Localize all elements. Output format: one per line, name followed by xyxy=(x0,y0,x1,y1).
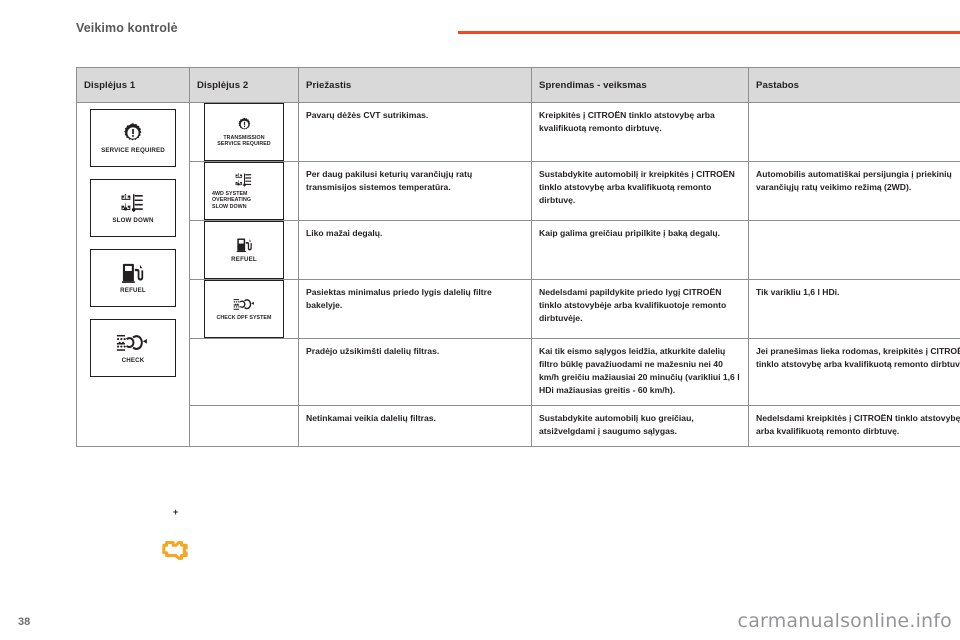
solution-cell: Sustabdykite automobilį kuo greičiau, at… xyxy=(531,405,749,448)
display1-indicator-check: CHECK xyxy=(90,319,176,377)
table-row: Pradėjo užsikimšti dalelių filtras. Kai … xyxy=(77,337,960,407)
solution-cell: Sustabdykite automobilį ir kreipkitės į … xyxy=(531,161,749,221)
display1-indicator-label: SLOW DOWN xyxy=(112,216,154,224)
page-number: 38 xyxy=(18,616,31,628)
display2-cell: REFUEL xyxy=(189,220,299,280)
display2-indicator-transmission-service-required: TRANSMISSION SERVICE REQUIRED xyxy=(204,103,284,161)
cause-text: Pavarų dėžės CVT sutrikimas. xyxy=(306,110,429,120)
column-header-cause: Priežastis xyxy=(298,67,532,103)
page-header: Veikimo kontrolė xyxy=(0,0,960,48)
display2-cell xyxy=(189,405,299,448)
notes-text xyxy=(749,103,960,117)
table-header-row: Displėjus 1 Displėjus 2 Priežastis Spren… xyxy=(76,67,960,103)
solution-text: Kaip galima greičiau pripilkite į baką d… xyxy=(539,228,721,238)
4wd-drivetrain-icon xyxy=(118,192,148,214)
solution-cell: Nedelsdami papildykite priedo lygį CITRO… xyxy=(531,279,749,339)
notes-cell: Nedelsdami kreipkitės į CITROËN tinklo a… xyxy=(748,405,960,448)
display2-cell xyxy=(189,337,299,407)
4wd-drivetrain-icon xyxy=(233,172,255,188)
display2-indicator-check-dpf-system: CHECK DPF SYSTEM xyxy=(204,280,284,338)
notes-text: Jei pranešimas lieka rodomas, kreipkitės… xyxy=(756,346,960,370)
solution-cell: Kai tik eismo sąlygos leidžia, atkurkite… xyxy=(531,337,749,407)
cause-cell: Pavarų dėžės CVT sutrikimas. xyxy=(298,102,532,162)
header-accent-rule xyxy=(458,31,960,34)
notes-cell: Tik varikliu 1,6 l HDi. xyxy=(748,279,960,339)
cause-text: Per daug pakilusi keturių varančiųjų rat… xyxy=(306,169,473,193)
display2-indicator-label: REFUEL xyxy=(231,255,257,263)
table-row: SERVICE REQUIRED SLOW DOWN REFUEL CHECK … xyxy=(76,101,960,560)
cause-cell: Netinkamai veikia dalelių filtras. xyxy=(298,405,532,448)
display2-indicator-refuel: REFUEL xyxy=(204,221,284,279)
solution-text: Sustabdykite automobilį kuo greičiau, at… xyxy=(539,413,694,437)
notes-cell: Automobilis automatiškai persijungia į p… xyxy=(748,161,960,221)
fuel-pump-icon xyxy=(236,237,253,253)
display2-cell: 4WD SYSTEM OVERHEATING SLOW DOWN xyxy=(189,161,299,221)
solution-cell: Kreipkitės į CITROËN tinklo atstovybę ar… xyxy=(531,102,749,162)
display2-cell: CHECK DPF SYSTEM xyxy=(189,279,299,339)
display1-indicator-label: CHECK xyxy=(121,356,145,364)
solution-cell: Kaip galima greičiau pripilkite į baką d… xyxy=(531,220,749,280)
notes-cell: Jei pranešimas lieka rodomas, kreipkitės… xyxy=(748,337,960,407)
display1-indicator-label: REFUEL xyxy=(120,286,146,294)
warning-messages-table: Displėjus 1 Displėjus 2 Priežastis Spren… xyxy=(76,67,960,560)
cause-text: Pasiektas minimalus priedo lygis dalelių… xyxy=(306,287,492,311)
notes-cell xyxy=(748,102,960,162)
dpf-particle-filter-icon xyxy=(233,297,256,312)
display2-indicator-4wd-overheating: 4WD SYSTEM OVERHEATING SLOW DOWN xyxy=(204,162,284,220)
solution-text: Sustabdykite automobilį ir kreipkitės į … xyxy=(539,169,735,206)
dpf-particle-filter-icon xyxy=(116,332,150,354)
column-header-notes: Pastabos xyxy=(748,67,960,103)
cause-cell: Per daug pakilusi keturių varančiųjų rat… xyxy=(298,161,532,221)
gear-exclamation-icon xyxy=(122,122,144,144)
page-title: Veikimo kontrolė xyxy=(76,21,178,35)
notes-cell xyxy=(748,220,960,280)
column-header-display1: Displėjus 1 xyxy=(76,67,190,103)
display1-column-cell: SERVICE REQUIRED SLOW DOWN REFUEL CHECK … xyxy=(76,101,190,560)
solution-text: Kreipkitės į CITROËN tinklo atstovybę ar… xyxy=(539,110,715,134)
table-row: 4WD SYSTEM OVERHEATING SLOW DOWN Per dau… xyxy=(77,161,960,221)
solution-text: Nedelsdami papildykite priedo lygį CITRO… xyxy=(539,287,727,324)
table-row: CHECK DPF SYSTEM Pasiektas minimalus pri… xyxy=(77,279,960,339)
display1-indicator-refuel: REFUEL xyxy=(90,249,176,307)
cause-text: Netinkamai veikia dalelių filtras. xyxy=(306,413,436,424)
watermark: carmanualsonline.info xyxy=(737,610,952,632)
display1-indicator-label: SERVICE REQUIRED xyxy=(101,146,165,154)
column-header-solution: Sprendimas - veiksmas xyxy=(531,67,749,103)
display2-indicator-label: 4WD SYSTEM OVERHEATING SLOW DOWN xyxy=(212,190,252,210)
display1-indicator-slow-down: SLOW DOWN xyxy=(90,179,176,237)
solution-text: Kai tik eismo sąlygos leidžia, atkurkite… xyxy=(539,346,740,396)
notes-text: Automobilis automatiškai persijungia į p… xyxy=(756,169,952,193)
notes-text: Nedelsdami kreipkitės į CITROËN tinklo a… xyxy=(756,413,960,437)
cause-text: Liko mažai degalų. xyxy=(306,228,383,238)
table-body: SERVICE REQUIRED SLOW DOWN REFUEL CHECK … xyxy=(76,101,960,560)
display2-indicator-label: TRANSMISSION SERVICE REQUIRED xyxy=(217,134,271,147)
cause-cell: Pasiektas minimalus priedo lygis dalelių… xyxy=(298,279,532,339)
display1-indicator-service-required: SERVICE REQUIRED xyxy=(90,109,176,167)
cause-cell: Pradėjo užsikimšti dalelių filtras. xyxy=(298,337,532,407)
gear-exclamation-icon xyxy=(237,117,252,132)
cause-cell: Liko mažai degalų. xyxy=(298,220,532,280)
display2-indicator-label: CHECK DPF SYSTEM xyxy=(216,314,272,321)
table-header: Displėjus 1 Displėjus 2 Priežastis Spren… xyxy=(76,67,960,103)
engine-warning-icon xyxy=(159,535,191,568)
display2-cell: TRANSMISSION SERVICE REQUIRED xyxy=(189,102,299,162)
plus-mark: + xyxy=(173,507,179,517)
cause-text: Pradėjo užsikimšti dalelių filtras. xyxy=(306,346,440,356)
table-row: REFUEL Liko mažai degalų. Kaip galima gr… xyxy=(77,220,960,280)
fuel-pump-icon xyxy=(121,262,145,284)
notes-text: Tik varikliu 1,6 l HDi. xyxy=(756,287,840,297)
column-header-display2: Displėjus 2 xyxy=(189,67,299,103)
table-row: Netinkamai veikia dalelių filtras. Susta… xyxy=(77,405,960,448)
notes-text xyxy=(749,221,960,235)
